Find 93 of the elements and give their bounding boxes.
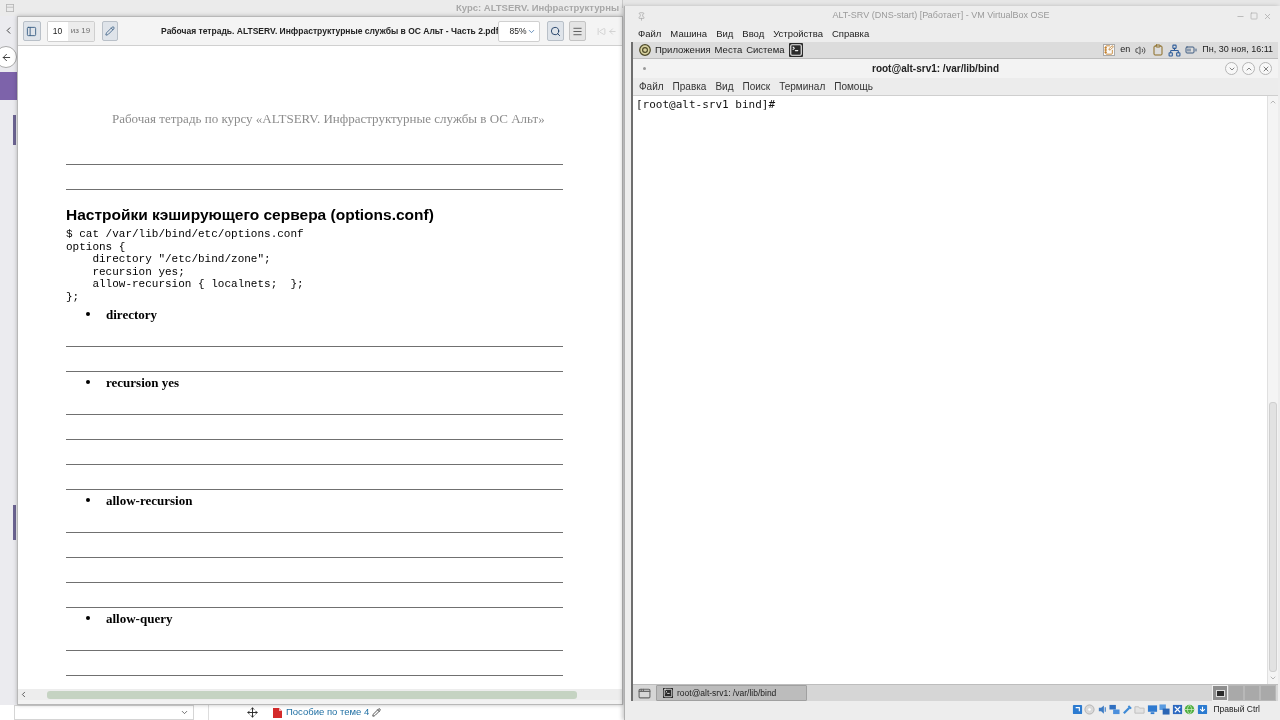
bullet-icon <box>86 380 90 385</box>
terminal-title: root@alt-srv1: /var/lib/bind <box>871 62 1000 76</box>
select-field[interactable] <box>14 705 194 720</box>
vertical-scrollbar[interactable] <box>1267 96 1278 684</box>
terminal-menu-item[interactable]: Терминал <box>779 79 826 94</box>
terminal-menu-item[interactable]: Вид <box>715 79 734 94</box>
battery-icon[interactable] <box>1185 44 1198 56</box>
scrollbar-thumb[interactable] <box>1269 402 1277 672</box>
bullet-term: directory <box>106 306 158 322</box>
scroll-down-icon[interactable] <box>1269 674 1277 682</box>
sidebar-icon <box>26 25 38 37</box>
bullet-icon <box>86 312 90 317</box>
bullet-term: recursion yes <box>106 374 180 390</box>
document-title: Рабочая тетрадь. ALTSERV. Инфраструктурные службы в ОС Альт - Часть 2.pdf <box>161 24 499 38</box>
bullet-icon <box>86 498 90 503</box>
resource-link[interactable]: Пособие по теме 4 <box>286 705 370 720</box>
menu-button[interactable] <box>569 21 586 41</box>
zoom-dropdown[interactable]: 85% <box>498 20 540 42</box>
host-key-label: Правый Ctrl <box>1213 703 1260 716</box>
minimize-button[interactable] <box>1225 62 1238 75</box>
window-menu-icon[interactable] <box>6 4 14 12</box>
panel-menu-item[interactable]: Приложения <box>655 42 711 58</box>
pdf-file-icon <box>271 706 283 719</box>
notepad-icon[interactable] <box>1103 44 1116 56</box>
scroll-marker <box>13 115 16 145</box>
menu-item[interactable]: Файл <box>638 26 662 42</box>
clock[interactable]: Пн, 30 ноя, 16:11 <box>1202 43 1273 57</box>
menu-item[interactable]: Устройства <box>773 26 823 42</box>
window-title: ALT-SRV (DNS-start) [Работает] - VM VirtualBox OSE <box>831 9 1051 23</box>
keyboard-layout-indicator[interactable]: en <box>1120 43 1131 57</box>
code-text: $ cat /var/lib/bind/etc/options.conf options { directory "/etc/bind/zone"; recursion yes; allow-recursion { localnets; }; }; <box>66 228 305 304</box>
download-icon[interactable] <box>1196 704 1208 715</box>
window-thumbnail-icon <box>1215 689 1225 697</box>
menu-item[interactable]: Машина <box>670 26 708 42</box>
menu-icon <box>572 25 584 37</box>
optical-disc-icon[interactable] <box>1084 704 1096 715</box>
sidebar-toggle-button[interactable] <box>23 21 41 41</box>
network-icon[interactable] <box>1168 43 1182 57</box>
scroll-left-icon[interactable] <box>19 690 28 699</box>
browser-title: Курс: ALTSERV. Инфраструктурны <box>455 0 619 15</box>
close-icon[interactable] <box>1263 11 1272 21</box>
plug-icon[interactable] <box>1121 704 1133 715</box>
terminal-icon <box>663 688 673 698</box>
menu-item[interactable]: Ввод <box>742 26 765 42</box>
annotate-button[interactable] <box>101 21 119 41</box>
bullet-term: allow-query <box>106 610 173 626</box>
scroll-marker <box>13 505 16 540</box>
caret-icon <box>180 708 189 717</box>
terminal-launcher-icon[interactable] <box>789 43 804 57</box>
speaker-icon[interactable] <box>1096 704 1108 715</box>
close-icon <box>1261 64 1270 73</box>
bullet-term: allow-recursion <box>106 492 193 508</box>
header-strip <box>0 72 17 100</box>
globe-icon[interactable] <box>1184 704 1196 715</box>
horizontal-scrollbar[interactable] <box>18 689 622 700</box>
app-menu-icon[interactable] <box>639 44 651 56</box>
pencil-icon <box>104 26 115 36</box>
window-menu-icon[interactable] <box>643 67 646 70</box>
pencil-icon[interactable] <box>372 708 382 717</box>
search-icon <box>550 25 562 37</box>
terminal-menu-item[interactable]: Помощь <box>834 79 873 94</box>
monitor-icon[interactable] <box>1146 704 1158 715</box>
workspace-tile[interactable] <box>1228 685 1244 701</box>
search-button[interactable] <box>546 21 565 41</box>
arrow-left-icon <box>0 51 12 63</box>
running-header: Рабочая тетрадь по курсу «ALTSERV. Инфраструктурные службы в ОС Альт» <box>112 111 546 127</box>
scrollbar-thumb[interactable] <box>47 690 577 699</box>
clipboard-icon[interactable] <box>1152 44 1165 56</box>
panel-menu-item[interactable]: Места <box>714 42 743 58</box>
cross-box-icon[interactable] <box>1171 704 1183 715</box>
section-heading: Настройки кэширующего сервера (options.conf) <box>66 206 435 223</box>
terminal-line: [root@alt-srv1 bind]# <box>636 98 777 111</box>
scroll-up-icon[interactable] <box>1269 98 1277 106</box>
terminal-menu-item[interactable]: Файл <box>639 79 664 94</box>
workspace-tile[interactable] <box>1260 685 1276 701</box>
terminal-menu-item[interactable]: Правка <box>672 79 707 94</box>
move-icon[interactable] <box>247 707 258 718</box>
bullet-icon <box>86 616 90 621</box>
maximize-icon[interactable] <box>1250 12 1258 20</box>
panel-menu-item[interactable]: Система <box>746 42 785 58</box>
back-button[interactable] <box>0 46 17 68</box>
volume-icon[interactable] <box>1135 44 1147 56</box>
maximize-button[interactable] <box>1242 62 1255 75</box>
terminal-menu-item[interactable]: Поиск <box>742 79 771 94</box>
workspace-tile[interactable] <box>1244 685 1260 701</box>
taskbar-button[interactable]: root@alt-srv1: /var/lib/bind <box>656 685 807 701</box>
pin-icon[interactable] <box>637 11 646 21</box>
menu-item[interactable]: Справка <box>831 26 870 42</box>
window-icon[interactable] <box>638 686 651 700</box>
windows-icon[interactable] <box>1159 704 1171 715</box>
close-button[interactable] <box>1259 62 1272 75</box>
network-icon[interactable] <box>1109 704 1121 715</box>
menu-item[interactable]: Вид <box>716 26 734 42</box>
